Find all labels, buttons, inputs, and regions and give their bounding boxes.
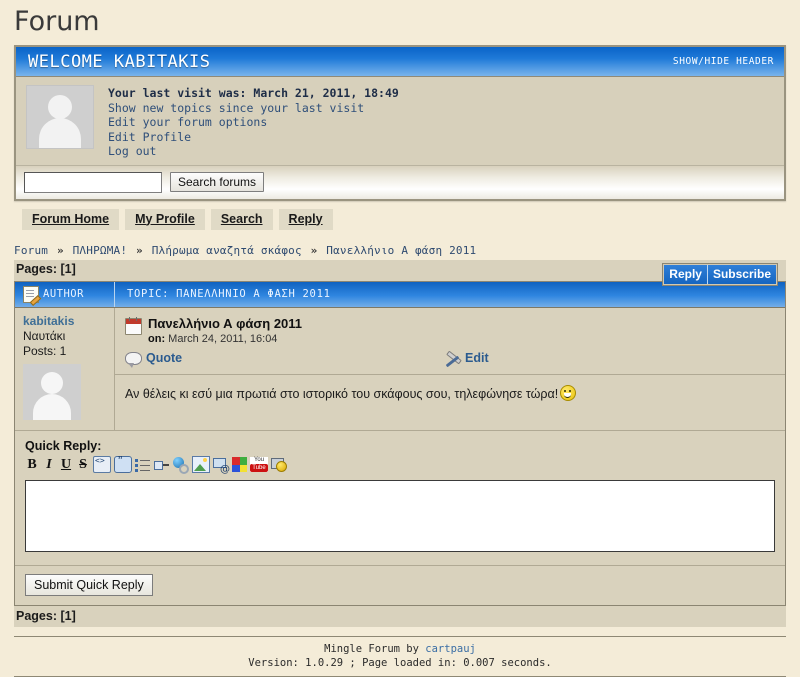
tab-subscribe[interactable]: Subscribe	[707, 264, 776, 284]
youtube-icon[interactable]: You Tube	[250, 457, 268, 472]
welcome-header-bar: WELCOME KABITAKIS SHOW/HIDE HEADER	[16, 47, 784, 77]
edit-button[interactable]: Edit	[445, 350, 489, 367]
breadcrumb-item-forum[interactable]: Forum	[14, 244, 48, 257]
author-avatar	[23, 363, 81, 420]
italic-icon[interactable]: I	[42, 457, 56, 473]
column-header-author: AUTHOR	[15, 281, 115, 307]
post-actions: Quote Edit	[115, 345, 785, 375]
quick-reply-title: Quick Reply:	[25, 438, 102, 453]
quick-reply-textarea[interactable]	[25, 479, 775, 552]
submit-quick-reply-button[interactable]: Submit Quick Reply	[25, 573, 153, 596]
footer: Mingle Forum by cartpauj Version: 1.0.29…	[14, 635, 786, 677]
link-icon[interactable]	[173, 457, 189, 474]
page-title: Forum	[14, 6, 100, 37]
post-title: Πανελλήνιο Α φάση 2011	[148, 315, 303, 331]
post-header: Πανελλήνιο Α φάση 2011 on: March 24, 201…	[115, 308, 785, 345]
avatar-head-icon	[48, 95, 72, 119]
table-row: kabitakis Ναυτάκι Posts: 1 Πανελλήνιο Α …	[15, 307, 785, 430]
author-header-label: AUTHOR	[43, 288, 84, 300]
quick-reply-section: Quick Reply: B I U S You Tube	[15, 429, 785, 565]
breadcrumb-item-category[interactable]: ΠΛΗΡΩΜΑ!	[73, 244, 128, 257]
post-date: on: March 24, 2011, 16:04	[148, 333, 302, 345]
color-palette-icon[interactable]	[232, 457, 247, 472]
show-new-topics-link[interactable]: Show new topics since your last visit	[108, 101, 364, 115]
post-body: Αν θέλεις κι εσύ μια πρωτιά στο ιστορικό…	[115, 375, 785, 419]
speech-bubble-icon	[125, 351, 142, 368]
search-input[interactable]	[24, 171, 162, 193]
search-forums-button[interactable]: Search forums	[170, 172, 265, 192]
welcome-body: Your last visit was: March 21, 2011, 18:…	[16, 77, 784, 165]
pages-close: ]	[71, 261, 76, 276]
calendar-icon	[125, 316, 142, 335]
breadcrumb: Forum » ΠΛΗΡΩΜΑ! » Πλήρωμα αναζητά σκάφο…	[14, 244, 800, 257]
nav-my-profile[interactable]: My Profile	[125, 208, 205, 230]
avatar-head-icon	[41, 371, 63, 394]
welcome-title: WELCOME KABITAKIS	[28, 51, 211, 72]
tools-icon	[445, 350, 462, 367]
horizontal-rule-icon[interactable]	[154, 457, 170, 472]
pages-current[interactable]: 1	[65, 609, 72, 623]
edit-forum-options-link[interactable]: Edit your forum options	[108, 115, 267, 129]
column-header-topic: TOPIC: ΠΑΝΕΛΛΗΝΙΟ Α ΦΑΣΗ 2011	[127, 288, 331, 300]
code-icon[interactable]	[93, 456, 111, 473]
log-out-link[interactable]: Log out	[108, 144, 156, 158]
quote-label: Quote	[146, 351, 183, 365]
quick-reply-toolbar: B I U S You Tube	[25, 453, 775, 475]
search-row: Search forums	[16, 164, 784, 199]
avatar	[26, 85, 94, 149]
quote-icon[interactable]	[114, 453, 132, 473]
author-rank: Ναυτάκι	[23, 328, 66, 343]
image-icon[interactable]	[192, 456, 210, 473]
nav-reply[interactable]: Reply	[278, 208, 333, 230]
footer-version: Version: 1.0.29 ; Page loaded in: 0.007 …	[248, 656, 552, 669]
smiley-icon[interactable]	[271, 457, 287, 472]
quote-button[interactable]: Quote	[125, 351, 445, 368]
nav-buttons: Forum Home My Profile Search Reply	[22, 208, 800, 230]
last-visit-text: Your last visit was: March 21, 2011, 18:…	[108, 86, 399, 100]
author-post-count: Posts: 1	[23, 343, 67, 358]
pages-row-bottom: Pages: [1]	[14, 605, 786, 627]
pages-row-top: Pages: [1] Reply Subscribe	[14, 259, 786, 286]
topic-table: AUTHOR TOPIC: ΠΑΝΕΛΛΗΝΙΟ Α ΦΑΣΗ 2011 kab…	[14, 280, 786, 606]
breadcrumb-item-board[interactable]: Πλήρωμα αναζητά σκάφος	[152, 244, 302, 257]
nav-search[interactable]: Search	[210, 208, 273, 230]
avatar-body-icon	[39, 118, 81, 148]
edit-label: Edit	[465, 351, 489, 365]
post-date-label: on:	[148, 332, 166, 345]
post-content-cell: Πανελλήνιο Α φάση 2011 on: March 24, 201…	[115, 307, 785, 430]
breadcrumb-separator-icon: »	[56, 243, 64, 257]
youtube-top-label: You	[253, 457, 265, 463]
submit-row: Submit Quick Reply	[15, 564, 785, 605]
bold-icon[interactable]: B	[25, 457, 39, 473]
topic-action-tabs: Reply Subscribe	[662, 262, 778, 286]
note-pencil-icon	[23, 285, 39, 303]
strikethrough-icon[interactable]: S	[76, 457, 90, 473]
welcome-links: Your last visit was: March 21, 2011, 18:…	[108, 85, 399, 159]
pages-close: ]	[71, 608, 76, 623]
email-icon[interactable]	[213, 457, 230, 475]
show-hide-header-link[interactable]: SHOW/HIDE HEADER	[673, 56, 774, 67]
post-body-text: Αν θέλεις κι εσύ μια πρωτιά στο ιστορικό…	[125, 386, 559, 401]
pages-label: Pages: [	[16, 261, 65, 276]
grin-smiley-icon	[560, 384, 577, 401]
post-author-cell: kabitakis Ναυτάκι Posts: 1	[15, 307, 115, 430]
breadcrumb-item-topic[interactable]: Πανελλήνιο Α φάση 2011	[326, 244, 476, 257]
author-name-link[interactable]: kabitakis	[23, 314, 108, 328]
pages-current[interactable]: 1	[65, 262, 72, 276]
edit-profile-link[interactable]: Edit Profile	[108, 130, 191, 144]
youtube-bottom-label: Tube	[250, 464, 268, 472]
pages-label: Pages: [	[16, 608, 65, 623]
post-date-value: March 24, 2011, 16:04	[165, 332, 278, 345]
tab-reply[interactable]: Reply	[664, 264, 708, 284]
list-icon[interactable]	[135, 457, 151, 472]
breadcrumb-separator-icon: »	[136, 243, 143, 257]
underline-icon[interactable]: U	[59, 457, 73, 473]
breadcrumb-separator-icon: »	[310, 243, 318, 257]
nav-forum-home[interactable]: Forum Home	[22, 208, 120, 230]
welcome-panel: WELCOME KABITAKIS SHOW/HIDE HEADER Your …	[14, 45, 786, 201]
avatar-body-icon	[33, 393, 71, 420]
